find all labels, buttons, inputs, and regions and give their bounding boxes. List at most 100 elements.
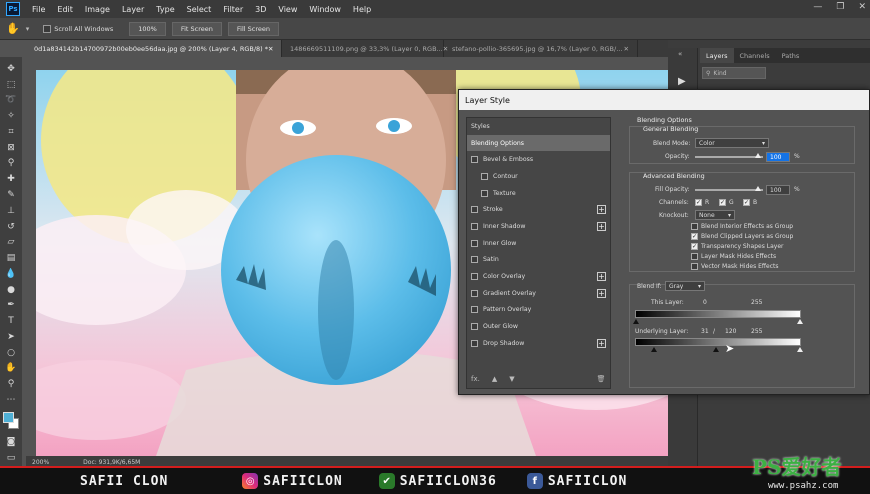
underlying-layer-gradient[interactable] xyxy=(635,338,801,346)
tab-paths[interactable]: Paths xyxy=(776,48,806,63)
blur-tool-icon[interactable]: 💧 xyxy=(4,267,18,281)
brush-tool-icon[interactable]: ✎ xyxy=(4,188,18,202)
menu-layer[interactable]: Layer xyxy=(116,5,150,14)
eyedropper-tool-icon[interactable]: ⚲ xyxy=(4,157,18,171)
crop-tool-icon[interactable]: ⌗ xyxy=(4,125,18,139)
menu-view[interactable]: View xyxy=(272,5,303,14)
type-tool-icon[interactable]: T xyxy=(4,314,18,328)
path-selection-tool-icon[interactable]: ➤ xyxy=(4,330,18,344)
vector-mask-hides-checkbox[interactable] xyxy=(691,263,698,270)
style-item[interactable]: Texture xyxy=(467,185,610,202)
this-layer-white-thumb[interactable] xyxy=(797,319,803,324)
menu-file[interactable]: File xyxy=(26,5,51,14)
style-item[interactable]: Styles xyxy=(467,118,610,135)
tab-layers[interactable]: Layers xyxy=(700,48,734,63)
color-swatches[interactable] xyxy=(3,411,19,430)
this-layer-black-thumb[interactable] xyxy=(633,319,639,324)
move-tool-icon[interactable]: ✥ xyxy=(4,62,18,76)
style-checkbox[interactable] xyxy=(471,289,478,297)
blend-interior-checkbox[interactable] xyxy=(691,223,698,230)
zoom-level[interactable]: 200% xyxy=(32,459,49,466)
channel-b-checkbox[interactable]: ✓ xyxy=(743,199,750,206)
menu-window[interactable]: Window xyxy=(303,5,347,14)
blend-mode-select[interactable]: Color ▾ xyxy=(695,138,769,148)
close-tab-icon[interactable]: ✕ xyxy=(624,45,629,53)
blend-clipped-checkbox[interactable]: ✓ xyxy=(691,233,698,240)
menu-type[interactable]: Type xyxy=(150,5,180,14)
fill-opacity-slider[interactable] xyxy=(695,189,763,191)
screen-mode-icon[interactable]: ▭ xyxy=(4,451,18,465)
style-item[interactable]: Satin xyxy=(467,252,610,269)
move-down-icon[interactable]: ▼ xyxy=(509,375,514,383)
quick-mask-icon[interactable]: ◙ xyxy=(4,436,18,450)
more-tools-icon[interactable]: ⋯ xyxy=(4,393,18,407)
layer-mask-hides-checkbox[interactable] xyxy=(691,253,698,260)
frame-tool-icon[interactable]: ⊠ xyxy=(4,141,18,155)
zoom-100-button[interactable]: 100% xyxy=(129,21,166,36)
doc-tab-active[interactable]: 0d1a834142b14700972b00eb0ee56daa.jpg @ 2… xyxy=(26,40,282,57)
style-checkbox[interactable] xyxy=(481,189,488,197)
style-item[interactable]: Color Overlay + xyxy=(467,268,610,285)
blend-if-select[interactable]: Gray ▾ xyxy=(665,281,705,291)
style-checkbox[interactable] xyxy=(481,172,488,180)
foreground-color-swatch[interactable] xyxy=(3,411,14,423)
style-checkbox[interactable] xyxy=(471,156,478,164)
style-item[interactable]: Inner Glow xyxy=(467,235,610,252)
fill-opacity-slider-thumb[interactable] xyxy=(755,186,761,191)
doc-tab[interactable]: 1486669511109.png @ 33,3% (Layer 0, RGB.… xyxy=(282,40,448,57)
style-item[interactable]: Blending Options xyxy=(467,134,610,152)
history-brush-tool-icon[interactable]: ↺ xyxy=(4,220,18,234)
pen-tool-icon[interactable]: ✒ xyxy=(4,298,18,312)
style-item[interactable]: Bevel & Emboss xyxy=(467,151,610,168)
scroll-all-windows-checkbox[interactable]: Scroll All Windows xyxy=(43,24,113,33)
magic-wand-tool-icon[interactable]: ✧ xyxy=(4,109,18,123)
style-checkbox[interactable] xyxy=(471,306,478,314)
play-action-icon[interactable]: ▶ xyxy=(678,76,686,87)
menu-filter[interactable]: Filter xyxy=(217,5,249,14)
hand-tool-icon[interactable]: ✋ xyxy=(6,22,20,35)
style-checkbox[interactable] xyxy=(471,339,478,347)
style-item[interactable]: Drop Shadow + xyxy=(467,335,610,352)
fit-screen-button[interactable]: Fit Screen xyxy=(171,21,222,36)
style-item[interactable]: Contour xyxy=(467,168,610,185)
this-layer-gradient[interactable] xyxy=(635,310,801,318)
underlying-black-thumb-left[interactable] xyxy=(651,347,657,352)
underlying-black-thumb-right[interactable] xyxy=(713,347,719,352)
fx-button[interactable]: fx. xyxy=(471,375,480,383)
opacity-slider-thumb[interactable] xyxy=(755,153,761,158)
transparency-shapes-checkbox[interactable]: ✓ xyxy=(691,243,698,250)
trash-icon[interactable]: 🗑 xyxy=(597,375,606,383)
style-checkbox[interactable] xyxy=(471,206,478,214)
dodge-tool-icon[interactable]: ● xyxy=(4,283,18,297)
tab-channels[interactable]: Channels xyxy=(734,48,776,63)
style-checkbox[interactable] xyxy=(471,273,478,281)
collapse-panels-icon[interactable]: « xyxy=(678,50,682,58)
style-item[interactable]: Pattern Overlay xyxy=(467,302,610,319)
tool-preset-dropdown-icon[interactable]: ▾ xyxy=(26,25,30,33)
menu-image[interactable]: Image xyxy=(79,5,116,14)
minimize-icon[interactable]: — xyxy=(813,2,822,12)
style-checkbox[interactable] xyxy=(471,256,478,264)
add-effect-icon[interactable]: + xyxy=(597,272,606,282)
close-icon[interactable]: ✕ xyxy=(858,2,866,12)
style-item[interactable]: Stroke + xyxy=(467,201,610,218)
zoom-tool-icon[interactable]: ⚲ xyxy=(4,377,18,391)
opacity-input[interactable]: 100 xyxy=(766,152,790,162)
opacity-slider[interactable] xyxy=(695,156,763,158)
knockout-select[interactable]: None ▾ xyxy=(695,210,735,220)
style-checkbox[interactable] xyxy=(471,323,478,331)
add-effect-icon[interactable]: + xyxy=(597,338,606,348)
menu-3d[interactable]: 3D xyxy=(249,5,272,14)
gradient-tool-icon[interactable]: ▤ xyxy=(4,251,18,265)
add-effect-icon[interactable]: + xyxy=(597,288,606,298)
style-item[interactable]: Gradient Overlay + xyxy=(467,285,610,302)
menu-edit[interactable]: Edit xyxy=(51,5,79,14)
fill-opacity-input[interactable]: 100 xyxy=(766,185,790,195)
menu-help[interactable]: Help xyxy=(347,5,377,14)
marquee-tool-icon[interactable]: ⬚ xyxy=(4,78,18,92)
close-tab-icon[interactable]: ✕ xyxy=(268,45,273,53)
shape-tool-icon[interactable]: ○ xyxy=(4,346,18,360)
style-checkbox[interactable] xyxy=(471,222,478,230)
fill-screen-button[interactable]: Fill Screen xyxy=(227,21,279,36)
doc-tab[interactable]: stefano-pollio-365695.jpg @ 16,7% (Layer… xyxy=(444,40,638,57)
